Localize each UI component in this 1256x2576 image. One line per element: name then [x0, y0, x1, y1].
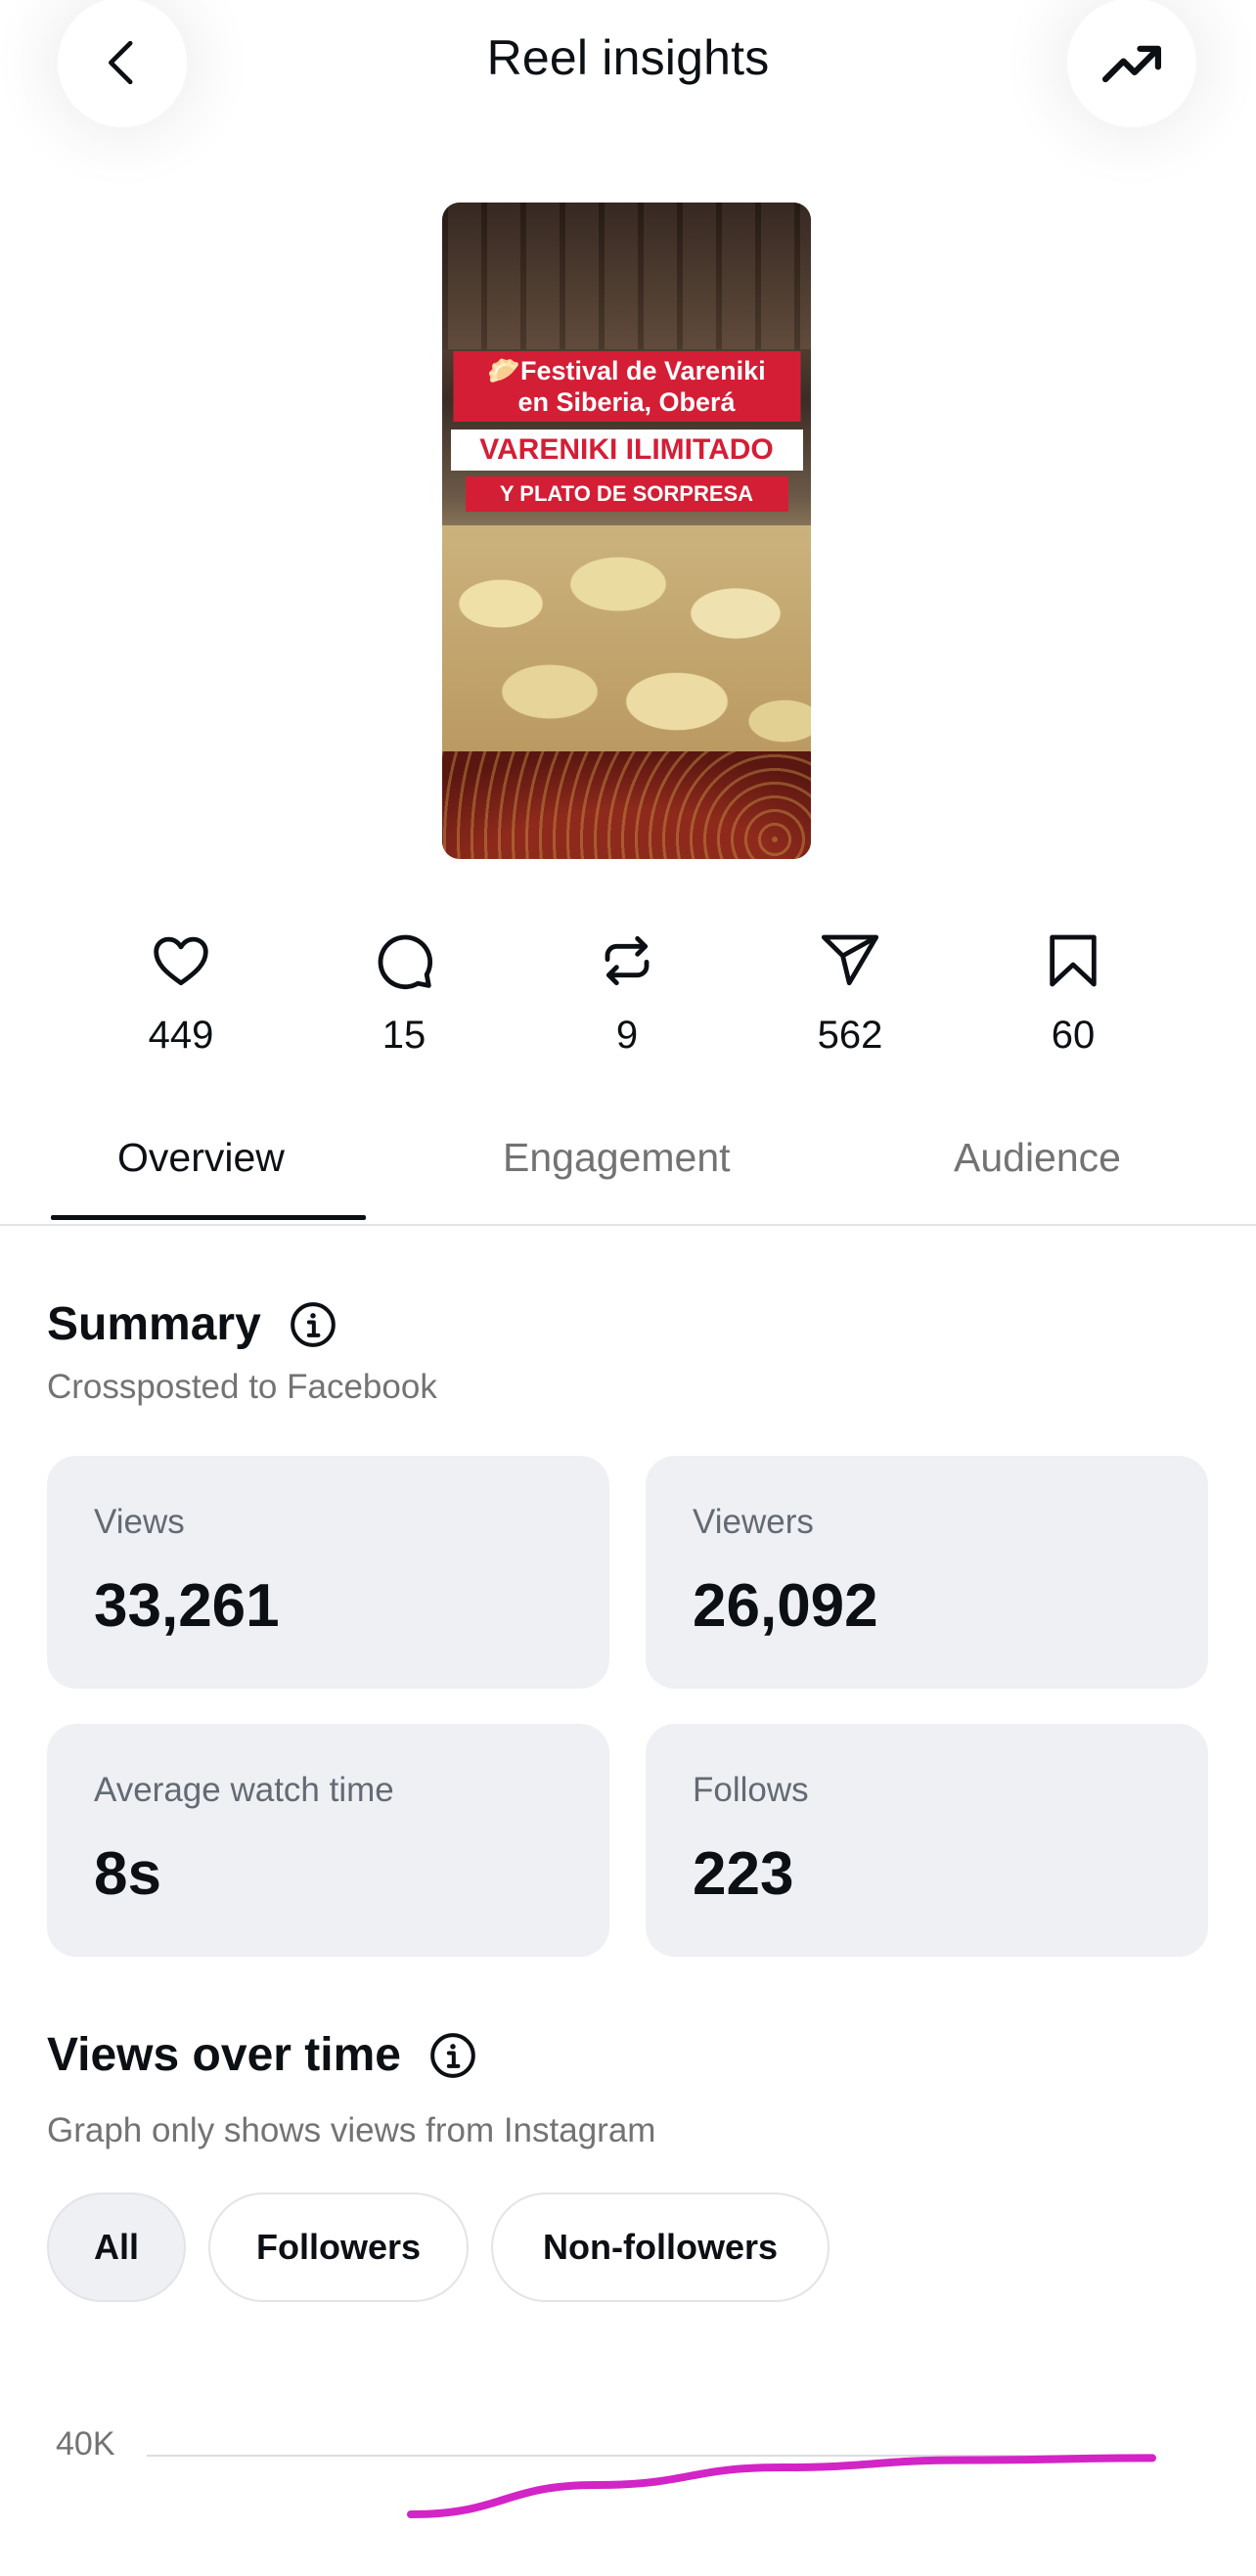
caption-sub: Y PLATO DE SORPRESA: [465, 476, 788, 512]
views-over-time-subtitle: Graph only shows views from Instagram: [47, 2111, 656, 2149]
caption-line-1: 🥟Festival de Vareniki: [487, 356, 766, 385]
views-over-time-chart: 40K: [56, 2425, 1156, 2518]
likes-stat: 449: [83, 929, 279, 1058]
tab-engagement[interactable]: Engagement: [503, 1135, 731, 1181]
tab-overview[interactable]: Overview: [117, 1135, 285, 1181]
trending-up-icon: [1101, 45, 1162, 83]
info-icon[interactable]: [428, 2031, 477, 2080]
thumbnail-background: [442, 203, 811, 349]
tabs-divider: [0, 1224, 1256, 1226]
viewers-card: Viewers 26,092: [646, 1456, 1208, 1689]
views-over-time-heading: Views over time: [47, 2028, 477, 2082]
heart-icon: [154, 936, 208, 986]
likes-count: 449: [148, 1014, 214, 1057]
views-over-time-title: Views over time: [47, 2029, 401, 2081]
filter-chip-all[interactable]: All: [47, 2192, 186, 2302]
summary-heading: Summary: [47, 1297, 337, 1351]
average-watch-time-label: Average watch time: [94, 1771, 394, 1809]
follows-label: Follows: [693, 1771, 809, 1809]
filter-chip-non-followers[interactable]: Non-followers: [491, 2192, 830, 2302]
repost-icon: [605, 935, 650, 986]
viewers-value: 26,092: [693, 1572, 878, 1640]
average-watch-time-value: 8s: [94, 1840, 161, 1908]
reel-thumbnail[interactable]: 🥟Festival de Vareniki en Siberia, Oberá …: [442, 203, 811, 859]
shares-stat: 562: [752, 929, 948, 1058]
info-icon[interactable]: [289, 1300, 337, 1349]
reel-insights-screen: Reel insights 🥟Festival de Vareniki en S…: [0, 0, 1256, 2576]
views-label: Views: [94, 1503, 185, 1541]
summary-subtitle: Crossposted to Facebook: [47, 1368, 437, 1406]
trends-button[interactable]: [1067, 0, 1196, 127]
comments-count: 15: [381, 1014, 426, 1057]
views-value: 33,261: [94, 1572, 280, 1640]
active-tab-indicator: [51, 1215, 366, 1220]
average-watch-time-card: Average watch time 8s: [47, 1724, 609, 1957]
thumbnail-caption: 🥟Festival de Vareniki en Siberia, Oberá: [453, 351, 800, 422]
views-card: Views 33,261: [47, 1456, 609, 1689]
thumbnail-plate: [442, 751, 811, 859]
follows-value: 223: [693, 1840, 794, 1908]
reposts-stat: 9: [529, 929, 725, 1058]
summary-title: Summary: [47, 1298, 261, 1350]
y-tick-label: 40K: [56, 2425, 115, 2463]
caption-highlight: VARENIKI ILIMITADO: [450, 429, 803, 471]
send-icon: [821, 934, 879, 986]
comment-icon: [378, 934, 433, 990]
follows-card: Follows 223: [646, 1724, 1208, 1957]
bookmark-icon: [1050, 934, 1097, 987]
saves-count: 60: [1051, 1014, 1096, 1057]
caption-line-2: en Siberia, Oberá: [517, 387, 736, 417]
shares-count: 562: [817, 1014, 883, 1057]
viewers-label: Viewers: [693, 1503, 814, 1541]
filter-chip-followers[interactable]: Followers: [208, 2192, 469, 2302]
saves-stat: 60: [975, 929, 1171, 1058]
thumbnail-dumplings: [442, 525, 811, 780]
tab-audience[interactable]: Audience: [954, 1135, 1121, 1181]
comments-stat: 15: [306, 929, 502, 1058]
views-series-line: [407, 2454, 1156, 2518]
reposts-count: 9: [615, 1014, 639, 1057]
insights-tabs: Overview Engagement Audience: [0, 1125, 1256, 1225]
